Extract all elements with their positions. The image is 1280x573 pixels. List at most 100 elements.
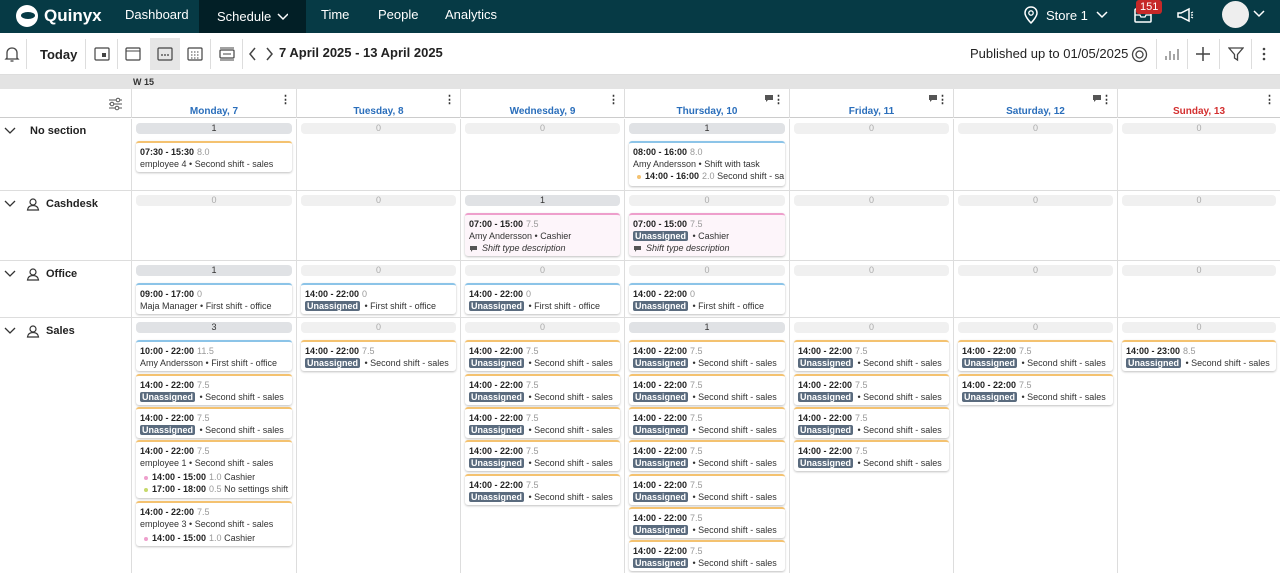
chevron-down-icon[interactable]	[4, 200, 16, 208]
shift-card[interactable]: 07:30 - 15:30 8.0 employee 4 • Second shif…	[136, 141, 292, 172]
announcements-icon[interactable]	[1176, 7, 1194, 23]
sliders-icon[interactable]	[108, 97, 123, 111]
day-cell[interactable]: 0 07:00 - 15:00 7.5 Unassigned • Cashier Sh…	[624, 191, 789, 260]
shift-card[interactable]: 14:00 - 22:00 7.5 Unassigned • Second shif…	[958, 340, 1113, 371]
shift-card[interactable]: 07:00 - 15:00 7.5 Amy Andersson • Cashier S…	[465, 213, 620, 256]
shift-card[interactable]: 14:00 - 22:00 7.5 Unassigned • Second shif…	[301, 340, 456, 371]
day-cell[interactable]: 0	[789, 261, 953, 317]
shift-card[interactable]: 14:00 - 22:00 7.5 Unassigned • Second shif…	[136, 374, 292, 405]
nav-dashboard[interactable]: Dashboard	[125, 0, 189, 33]
week-view-icon[interactable]	[125, 43, 141, 65]
quinyx-logo[interactable]: Quinyx	[16, 5, 102, 27]
shift-card[interactable]: 14:00 - 22:00 7.5 Unassigned • Second shif…	[465, 407, 620, 438]
shift-card[interactable]: 14:00 - 22:00 7.5 Unassigned • Second shif…	[629, 407, 785, 438]
calendar-icon[interactable]	[187, 43, 203, 65]
chevron-down-icon[interactable]	[4, 127, 16, 135]
section-header[interactable]: Cashdesk	[4, 197, 98, 211]
day-header-thursday[interactable]: Thursday, 10 ⋮	[624, 89, 789, 118]
shift-card[interactable]: 14:00 - 22:00 7.5 Unassigned • Second shif…	[465, 340, 620, 371]
shift-card[interactable]: 14:00 - 22:00 7.5 employee 1 • Second shif…	[136, 440, 292, 498]
day-cell[interactable]: 0	[789, 119, 953, 190]
shift-card[interactable]: 14:00 - 22:00 7.5 Unassigned • Second shif…	[629, 374, 785, 405]
shift-card[interactable]: 14:00 - 22:00 7.5 Unassigned • Second shif…	[794, 340, 949, 371]
day-cell[interactable]: 0	[1117, 261, 1280, 317]
day-header-wednesday[interactable]: Wednesday, 9 ⋮	[460, 89, 624, 118]
add-icon[interactable]	[1195, 43, 1211, 65]
day-cell[interactable]: 0	[1117, 119, 1280, 190]
day-cell[interactable]: 0 14:00 - 22:00 0 Unassigned • First shift…	[624, 261, 789, 317]
shift-card[interactable]: 08:00 - 16:00 8.0 Amy Andersson • Shift wi…	[629, 141, 785, 186]
day-cell[interactable]: 0	[953, 191, 1117, 260]
shift-card[interactable]: 14:00 - 22:00 7.5 Unassigned • Second shif…	[794, 407, 949, 438]
avatar-chevron-icon[interactable]	[1253, 10, 1265, 18]
sub-shift[interactable]: 14:00 - 16:00 2.0 Second shift - sa	[633, 170, 784, 182]
day-menu-icon[interactable]: ⋮	[937, 93, 948, 106]
shift-card[interactable]: 14:00 - 22:00 7.5 Unassigned • Second shif…	[465, 440, 620, 471]
day-cell[interactable]: 0	[460, 119, 624, 190]
day-cell[interactable]: 1 14:00 - 22:00 7.5 Unassigned • Second sh…	[624, 318, 789, 573]
day-cell[interactable]: 3 10:00 - 22:00 11.5 Amy Andersson • First…	[131, 318, 296, 573]
shift-card[interactable]: 14:00 - 22:00 7.5 Unassigned • Second shif…	[629, 540, 785, 571]
shift-card[interactable]: 10:00 - 22:00 11.5 Amy Andersson • First s…	[136, 340, 292, 371]
store-selector[interactable]: Store 1	[1024, 6, 1108, 24]
publish-icon[interactable]	[1131, 43, 1148, 65]
nav-analytics[interactable]: Analytics	[445, 0, 497, 33]
next-week-icon[interactable]	[265, 43, 274, 65]
day-menu-icon[interactable]: ⋮	[444, 93, 455, 106]
day-cell[interactable]: 0 14:00 - 22:00 0 Unassigned • First shift…	[460, 261, 624, 317]
more-options-icon[interactable]	[1262, 43, 1266, 65]
section-header[interactable]: Sales	[4, 324, 75, 338]
day-header-sunday[interactable]: Sunday, 13 ⋮	[1117, 89, 1280, 118]
day-cell[interactable]: 0	[131, 191, 296, 260]
shift-card[interactable]: 14:00 - 22:00 7.5 Unassigned • Second shif…	[465, 474, 620, 505]
day-header-saturday[interactable]: Saturday, 12 ⋮	[953, 89, 1117, 118]
shift-card[interactable]: 14:00 - 22:00 7.5 Unassigned • Second shif…	[794, 440, 949, 471]
shift-card[interactable]: 14:00 - 22:00 0 Unassigned • First shift -…	[629, 283, 785, 314]
chevron-down-icon[interactable]	[4, 270, 16, 278]
timeline-icon[interactable]	[219, 43, 235, 65]
filter-icon[interactable]	[1228, 43, 1244, 65]
sub-shift[interactable]: 14:00 - 15:00 1.0 Cashier	[140, 471, 289, 483]
sub-shift[interactable]: 17:00 - 18:00 0.5 No settings shift	[140, 483, 289, 495]
day-cell[interactable]: 0	[789, 191, 953, 260]
day-cell[interactable]: 0 14:00 - 23:00 8.5 Unassigned • Second sh…	[1117, 318, 1280, 573]
today-button[interactable]: Today	[40, 43, 77, 65]
day-cell[interactable]: 0	[296, 119, 460, 190]
shift-card[interactable]: 14:00 - 22:00 0 Unassigned • First shift -…	[301, 283, 456, 314]
shift-card[interactable]: 09:00 - 17:00 0 Maja Manager • First shift…	[136, 283, 292, 314]
shift-card[interactable]: 07:00 - 15:00 7.5 Unassigned • Cashier Shif…	[629, 213, 785, 256]
shift-card[interactable]: 14:00 - 22:00 7.5 Unassigned • Second shif…	[629, 474, 785, 505]
shift-card[interactable]: 14:00 - 22:00 7.5 Unassigned • Second shif…	[629, 440, 785, 471]
day-cell[interactable]: 0	[1117, 191, 1280, 260]
shift-card[interactable]: 14:00 - 22:00 0 Unassigned • First shift -…	[465, 283, 620, 314]
day-cell[interactable]: 0	[953, 261, 1117, 317]
day-header-tuesday[interactable]: Tuesday, 8 ⋮	[296, 89, 460, 118]
bell-icon[interactable]	[4, 43, 20, 65]
section-header[interactable]: Office	[4, 267, 77, 281]
shift-card[interactable]: 14:00 - 22:00 7.5 Unassigned • Second shif…	[465, 374, 620, 405]
nav-schedule[interactable]: Schedule	[199, 0, 306, 33]
shift-card[interactable]: 14:00 - 22:00 7.5 Unassigned • Second shif…	[958, 374, 1113, 405]
chevron-down-icon[interactable]	[4, 327, 16, 335]
day-cell[interactable]: 0 14:00 - 22:00 7.5 Unassigned • Second sh…	[460, 318, 624, 573]
nav-time[interactable]: Time	[321, 0, 349, 33]
nav-people[interactable]: People	[378, 0, 418, 33]
day-cell[interactable]: 1 08:00 - 16:00 8.0 Amy Andersson • Shift …	[624, 119, 789, 190]
previous-week-icon[interactable]	[248, 43, 257, 65]
avatar[interactable]	[1222, 1, 1249, 28]
day-view-icon[interactable]	[94, 43, 110, 65]
day-menu-icon[interactable]: ⋮	[608, 93, 619, 106]
section-header[interactable]: No section	[4, 125, 86, 137]
day-cell[interactable]: 0	[953, 119, 1117, 190]
day-cell[interactable]: 1 07:00 - 15:00 7.5 Amy Andersson • Cashie…	[460, 191, 624, 260]
shift-card[interactable]: 14:00 - 22:00 7.5 Unassigned • Second shif…	[136, 407, 292, 438]
day-menu-icon[interactable]: ⋮	[280, 93, 291, 106]
statistics-icon[interactable]	[1164, 43, 1180, 65]
day-cell[interactable]: 0 14:00 - 22:00 0 Unassigned • First shift…	[296, 261, 460, 317]
day-header-friday[interactable]: Friday, 11 ⋮	[789, 89, 953, 118]
day-cell[interactable]: 0 14:00 - 22:00 7.5 Unassigned • Second sh…	[789, 318, 953, 573]
day-header-monday[interactable]: Monday, 7 ⋮	[131, 89, 296, 118]
shift-card[interactable]: 14:00 - 22:00 7.5 Unassigned • Second shif…	[629, 340, 785, 371]
shift-card[interactable]: 14:00 - 23:00 8.5 Unassigned • Second shif…	[1122, 340, 1276, 371]
day-cell[interactable]: 1 09:00 - 17:00 0 Maja Manager • First shi…	[131, 261, 296, 317]
